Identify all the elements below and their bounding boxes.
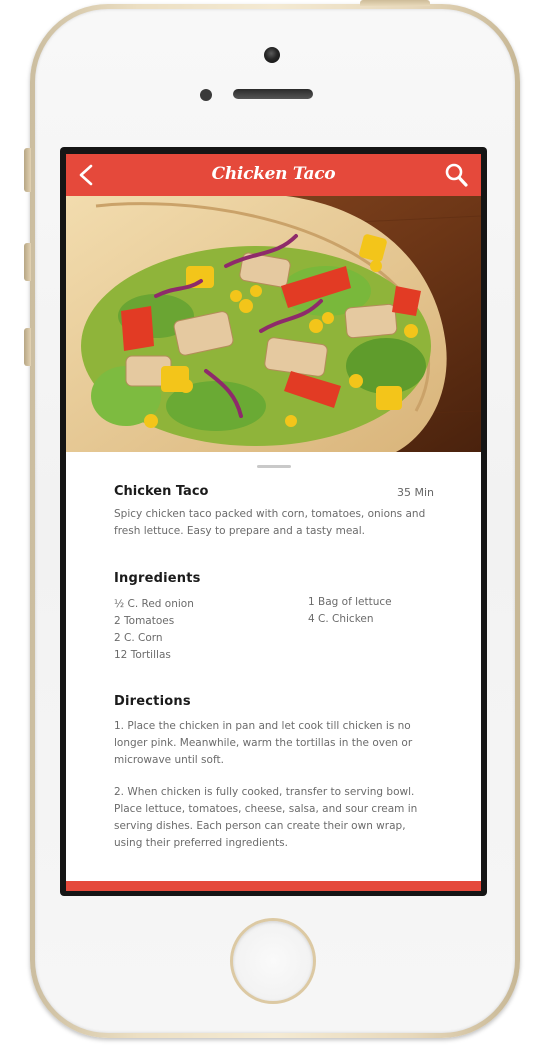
app-screen: Chicken Taco Chicken Taco 35 Min Spicy c… [66, 154, 481, 891]
ingredient-item: ½ C. Red onion [114, 598, 194, 610]
directions-heading: Directions [114, 694, 191, 709]
mute-switch [24, 148, 31, 192]
drag-handle[interactable] [257, 465, 291, 468]
ingredient-item: 4 C. Chicken [308, 613, 374, 625]
camera-icon [264, 47, 280, 63]
ingredient-item: 2 C. Corn [114, 632, 163, 644]
ingredient-item: 12 Tortillas [114, 649, 171, 661]
recipe-time: 35 Min [396, 486, 434, 499]
recipe-description: Spicy chicken taco packed with corn, tom… [114, 508, 426, 537]
ingredient-item: 1 Bag of lettuce [308, 596, 392, 608]
power-button [360, 0, 430, 6]
sensor [200, 89, 212, 101]
search-icon[interactable] [443, 160, 471, 190]
speaker-icon [233, 89, 313, 99]
volume-down-button [24, 328, 31, 366]
bottom-accent-bar [66, 881, 481, 891]
direction-step: 2. When chicken is fully cooked, transfe… [114, 786, 418, 849]
direction-step: 1. Place the chicken in pan and let cook… [114, 720, 413, 766]
app-bar: Chicken Taco [66, 154, 481, 196]
home-button-icon[interactable] [230, 918, 316, 1004]
ingredients-list-left: ½ C. Red onion 2 Tomatoes 2 C. Corn 12 T… [114, 596, 194, 664]
recipe-title: Chicken Taco [114, 484, 209, 499]
recipe-hero-image [66, 196, 481, 452]
ingredients-heading: Ingredients [114, 571, 201, 586]
volume-up-button [24, 243, 31, 281]
app-title: Chicken Taco [211, 164, 336, 184]
ingredients-list-right: 1 Bag of lettuce 4 C. Chicken [308, 594, 392, 628]
ingredient-item: 2 Tomatoes [114, 615, 175, 627]
